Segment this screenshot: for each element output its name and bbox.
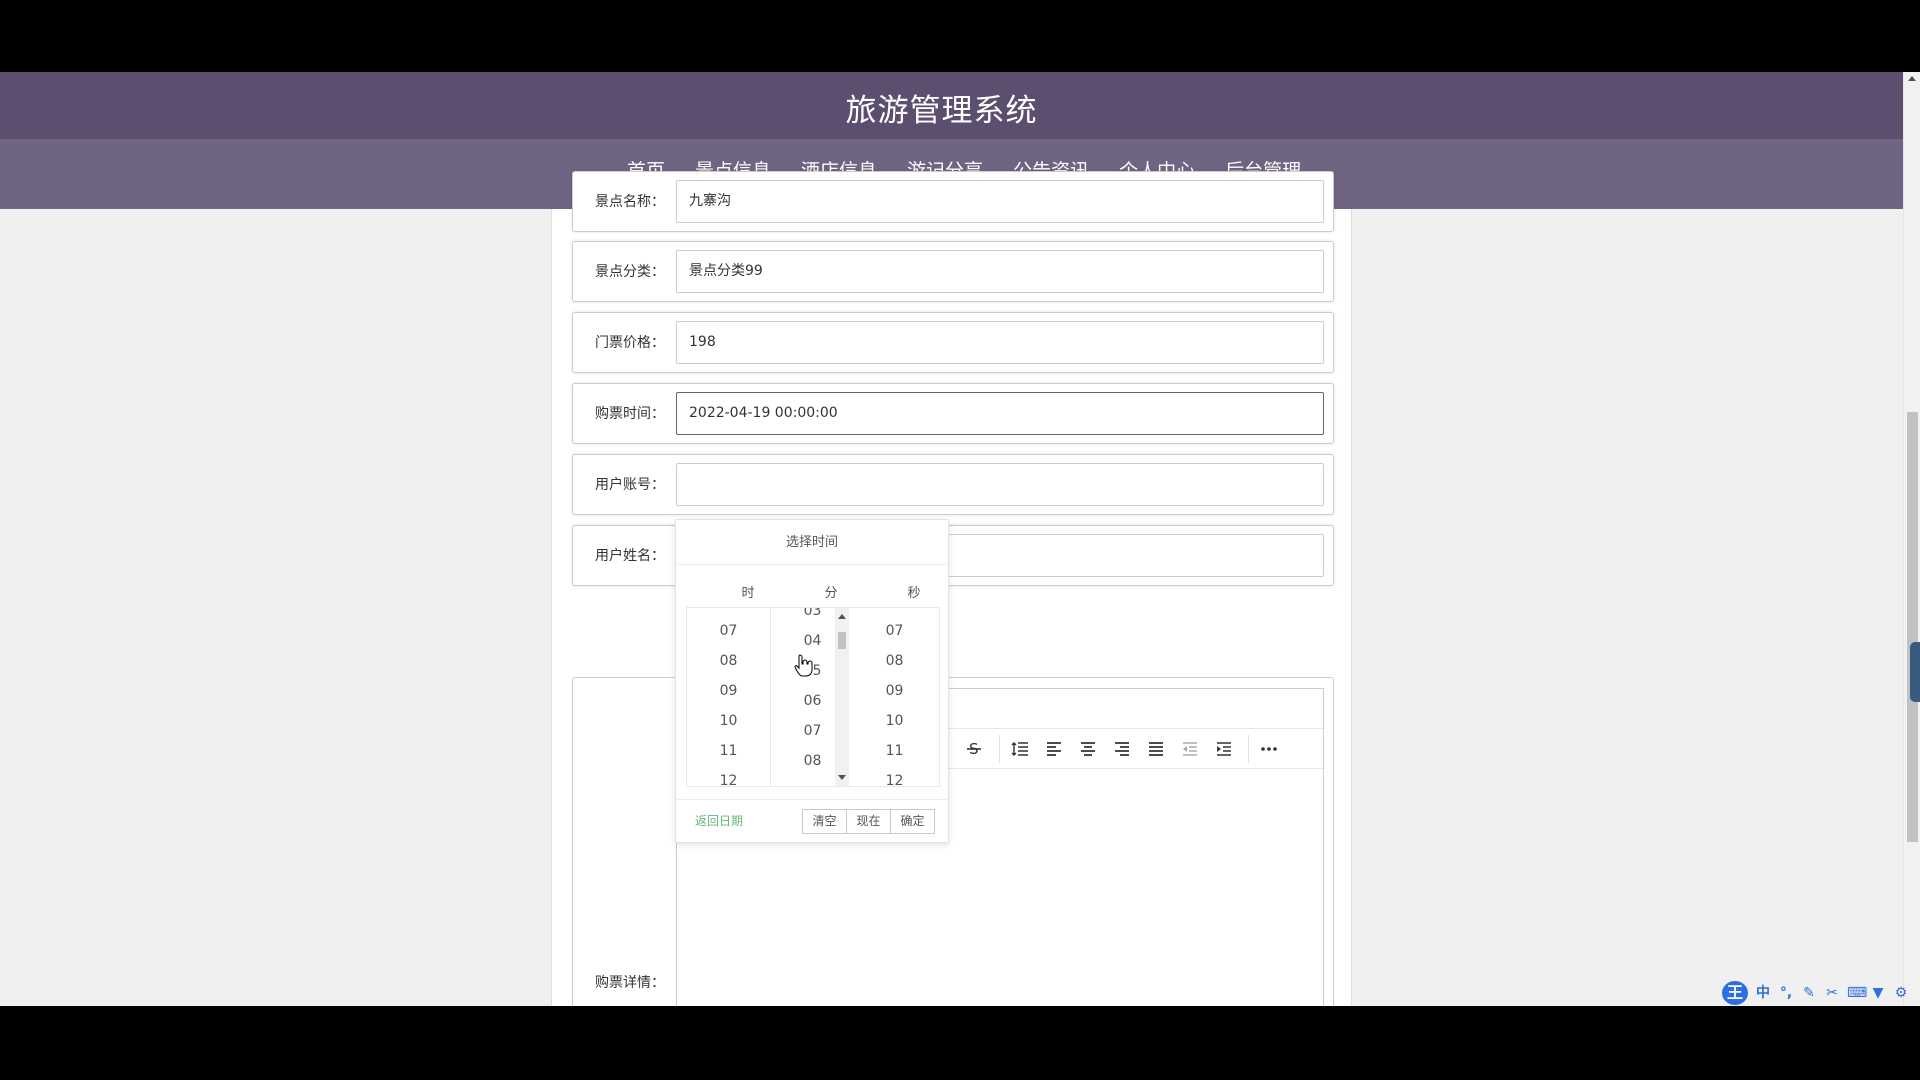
browser-viewport: 旅游管理系统 首页 景点信息 酒店信息 游记分享 公告资讯 个人中心 后台管理 … — [0, 72, 1920, 1006]
second-option[interactable]: 07 — [853, 616, 936, 646]
form-row-category: 景点分类： 景点分类99 — [572, 241, 1334, 302]
label-detail: 购票详情： — [595, 975, 665, 991]
align-right-icon[interactable] — [1108, 735, 1136, 763]
time-picker-popup: 选择时间 时 分 秒 07 08 09 10 11 12 03 04 05 06… — [675, 519, 949, 843]
time-picker-title: 选择时间 — [676, 520, 948, 565]
ime-scissors-icon[interactable]: ✂ — [1824, 985, 1840, 1001]
scroll-down-arrow-icon[interactable] — [838, 775, 846, 780]
strikethrough-icon[interactable]: S — [960, 735, 988, 763]
second-option[interactable]: 08 — [853, 646, 936, 676]
scroll-up-arrow-icon[interactable] — [1908, 76, 1916, 81]
form-row-name: 景点名称： 九寨沟 — [572, 171, 1334, 232]
back-to-date-link[interactable]: 返回日期 — [695, 812, 743, 829]
hour-option[interactable]: 07 — [687, 616, 770, 646]
second-option[interactable]: 09 — [853, 676, 936, 706]
minute-scroll-thumb[interactable] — [838, 632, 846, 649]
ime-logo-icon[interactable]: 王 — [1722, 981, 1748, 1005]
toolbar-separator — [999, 735, 1000, 763]
second-option[interactable]: 12 — [853, 766, 936, 786]
minute-list-scrollbar[interactable] — [835, 608, 849, 786]
confirm-button[interactable]: 确定 — [890, 809, 935, 834]
label-username: 用户姓名： — [595, 548, 665, 564]
minute-column-title: 分 — [824, 586, 838, 601]
label-category: 景点分类： — [595, 264, 665, 280]
hour-option[interactable]: 12 — [687, 766, 770, 786]
more-icon[interactable] — [1255, 735, 1283, 763]
ime-handwriting-icon[interactable]: ✎ — [1801, 985, 1817, 1001]
input-name[interactable]: 九寨沟 — [676, 180, 1324, 223]
hour-column-title: 时 — [741, 586, 755, 601]
second-option[interactable]: 10 — [853, 706, 936, 736]
line-height-icon[interactable] — [1006, 735, 1034, 763]
indent-icon[interactable] — [1210, 735, 1238, 763]
letterbox-top — [0, 0, 1920, 72]
hour-option[interactable]: 11 — [687, 736, 770, 766]
site-header: 旅游管理系统 — [0, 72, 1903, 139]
label-price: 门票价格： — [595, 335, 665, 351]
ime-skin-icon[interactable]: ▼ — [1870, 985, 1886, 1001]
align-justify-icon[interactable] — [1142, 735, 1170, 763]
hour-option[interactable]: 10 — [687, 706, 770, 736]
clear-button[interactable]: 清空 — [802, 809, 847, 834]
input-category[interactable]: 景点分类99 — [676, 250, 1324, 293]
ime-toolbar: 王 中 °, ✎ ✂ ⌨ ▼ ⚙ — [1722, 981, 1909, 1005]
align-left-icon[interactable] — [1040, 735, 1068, 763]
time-columns: 07 08 09 10 11 12 03 04 05 06 07 08 07 0… — [686, 607, 940, 787]
form-row-account: 用户账号： — [572, 454, 1334, 515]
outdent-icon[interactable] — [1176, 735, 1204, 763]
page-scroll-thumb[interactable] — [1907, 412, 1918, 842]
input-price[interactable]: 198 — [676, 321, 1324, 364]
toolbar-separator — [1248, 735, 1249, 763]
hour-list[interactable]: 07 08 09 10 11 12 — [687, 608, 770, 786]
side-float-tab[interactable] — [1910, 642, 1920, 702]
scroll-up-arrow-icon[interactable] — [838, 614, 846, 619]
hand-pointer-cursor-icon — [794, 653, 814, 681]
second-option[interactable]: 11 — [853, 736, 936, 766]
second-list[interactable]: 07 08 09 10 11 12 — [853, 608, 936, 786]
ime-punctuation-icon[interactable]: °, — [1778, 985, 1794, 1001]
letterbox-bottom — [0, 1006, 1920, 1080]
label-account: 用户账号： — [595, 477, 665, 493]
second-column-title: 秒 — [907, 586, 921, 601]
hour-option[interactable]: 08 — [687, 646, 770, 676]
page-scrollbar[interactable] — [1903, 72, 1920, 1006]
hour-option[interactable]: 09 — [687, 676, 770, 706]
time-picker-footer: 返回日期 清空 现在 确定 — [676, 799, 948, 843]
align-center-icon[interactable] — [1074, 735, 1102, 763]
form-row-price: 门票价格： 198 — [572, 312, 1334, 373]
ime-chinese-mode-icon[interactable]: 中 — [1755, 985, 1771, 1001]
form-panel: 景点名称： 九寨沟 景点分类： 景点分类99 门票价格： 198 购票时间： 2… — [551, 171, 1352, 1006]
label-buy-time: 购票时间： — [595, 406, 665, 422]
now-button[interactable]: 现在 — [846, 809, 891, 834]
input-buy-time[interactable]: 2022-04-19 00:00:00 — [676, 392, 1324, 435]
time-picker-actions: 清空 现在 确定 — [802, 809, 935, 834]
ime-keyboard-icon[interactable]: ⌨ — [1847, 985, 1867, 1001]
input-account[interactable] — [676, 463, 1324, 506]
form-row-buy-time: 购票时间： 2022-04-19 00:00:00 — [572, 383, 1334, 444]
label-name: 景点名称： — [595, 194, 665, 210]
site-title: 旅游管理系统 — [845, 93, 1038, 129]
ime-settings-icon[interactable]: ⚙ — [1893, 985, 1909, 1001]
